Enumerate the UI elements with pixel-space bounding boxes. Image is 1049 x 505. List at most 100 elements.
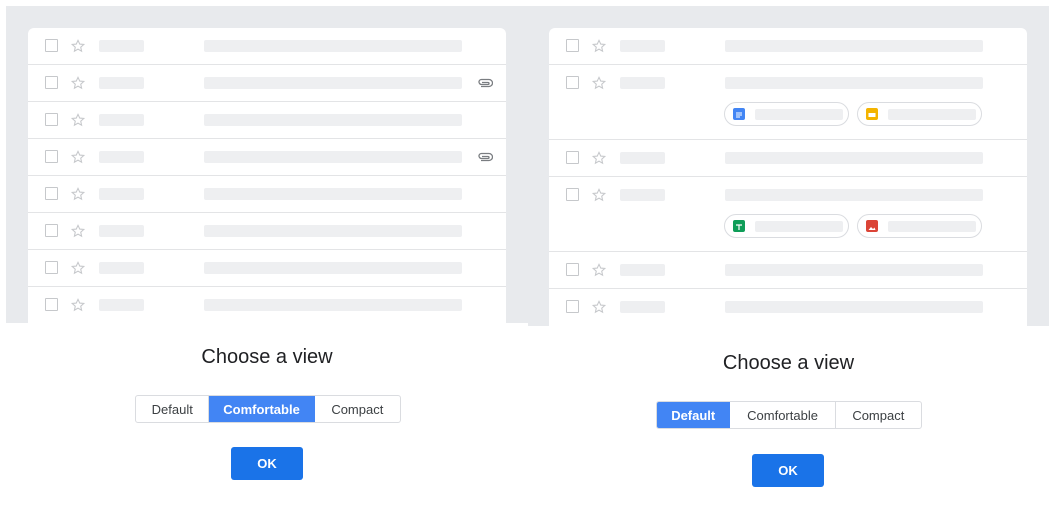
ok-button[interactable]: OK bbox=[231, 447, 303, 480]
checkbox-icon bbox=[45, 187, 58, 200]
view-options: Default Comfortable Compact bbox=[656, 401, 922, 429]
option-compact[interactable]: Compact bbox=[836, 402, 921, 428]
subject-placeholder bbox=[204, 299, 462, 311]
dialog-title: Choose a view bbox=[722, 352, 855, 374]
list-item bbox=[549, 289, 1027, 326]
list-item bbox=[28, 139, 506, 176]
subject-placeholder bbox=[204, 77, 462, 89]
list-item bbox=[549, 140, 1027, 177]
checkbox-icon bbox=[566, 188, 579, 201]
star-icon bbox=[591, 300, 607, 314]
checkbox-icon bbox=[45, 150, 58, 163]
checkbox-icon bbox=[566, 151, 579, 164]
sender-placeholder bbox=[620, 264, 665, 276]
star-icon bbox=[70, 76, 86, 90]
list-item bbox=[28, 65, 506, 102]
star-icon bbox=[591, 39, 607, 53]
sender-placeholder bbox=[99, 188, 144, 200]
option-comfortable[interactable]: Comfortable bbox=[730, 402, 836, 428]
checkbox-icon bbox=[45, 224, 58, 237]
inbox-preview bbox=[6, 6, 528, 323]
star-icon bbox=[591, 263, 607, 277]
subject-placeholder bbox=[725, 40, 983, 52]
view-options: Default Comfortable Compact bbox=[135, 395, 401, 423]
sender-placeholder bbox=[99, 40, 144, 52]
sheets-icon bbox=[733, 220, 745, 232]
sender-placeholder bbox=[620, 301, 665, 313]
attachment-name-placeholder bbox=[755, 109, 843, 120]
email-list bbox=[549, 28, 1027, 326]
dialog-title: Choose a view bbox=[201, 346, 333, 368]
attachment-name-placeholder bbox=[888, 109, 976, 120]
checkbox-icon bbox=[45, 261, 58, 274]
checkbox-icon bbox=[45, 76, 58, 89]
checkbox-icon bbox=[566, 39, 579, 52]
subject-placeholder bbox=[725, 189, 983, 201]
sender-placeholder bbox=[99, 299, 144, 311]
attachment-name-placeholder bbox=[888, 221, 976, 232]
checkbox-icon bbox=[45, 298, 58, 311]
checkbox-icon bbox=[566, 300, 579, 313]
option-comfortable[interactable]: Comfortable bbox=[209, 396, 315, 422]
option-compact[interactable]: Compact bbox=[315, 396, 400, 422]
paperclip-icon bbox=[478, 152, 493, 162]
list-item bbox=[28, 28, 506, 65]
star-icon bbox=[70, 39, 86, 53]
subject-placeholder bbox=[204, 262, 462, 274]
sender-placeholder bbox=[620, 189, 665, 201]
subject-placeholder bbox=[204, 225, 462, 237]
attachment-chip[interactable] bbox=[724, 214, 849, 238]
star-icon bbox=[70, 224, 86, 238]
subject-placeholder bbox=[725, 77, 983, 89]
attachment-chip[interactable] bbox=[724, 102, 849, 126]
star-icon bbox=[70, 261, 86, 275]
star-icon bbox=[591, 188, 607, 202]
checkbox-icon bbox=[45, 39, 58, 52]
list-item bbox=[28, 250, 506, 287]
option-default[interactable]: Default bbox=[136, 396, 210, 422]
star-icon bbox=[70, 113, 86, 127]
subject-placeholder bbox=[204, 40, 462, 52]
view-chooser-default: Choose a view Default Comfortable Compac… bbox=[528, 6, 1049, 505]
attachment-chip[interactable] bbox=[857, 102, 982, 126]
sender-placeholder bbox=[620, 152, 665, 164]
list-item bbox=[28, 213, 506, 250]
sender-placeholder bbox=[620, 77, 665, 89]
list-item bbox=[28, 102, 506, 139]
list-item bbox=[549, 177, 1027, 252]
sender-placeholder bbox=[99, 262, 144, 274]
star-icon bbox=[591, 151, 607, 165]
list-item bbox=[549, 28, 1027, 65]
sender-placeholder bbox=[99, 225, 144, 237]
list-item bbox=[549, 65, 1027, 140]
list-item bbox=[549, 252, 1027, 289]
sender-placeholder bbox=[99, 114, 144, 126]
sender-placeholder bbox=[99, 77, 144, 89]
subject-placeholder bbox=[725, 301, 983, 313]
paperclip-icon bbox=[478, 78, 493, 88]
sender-placeholder bbox=[620, 40, 665, 52]
option-default[interactable]: Default bbox=[657, 402, 731, 428]
list-item bbox=[28, 176, 506, 213]
star-icon bbox=[70, 187, 86, 201]
star-icon bbox=[591, 76, 607, 90]
attachment-name-placeholder bbox=[755, 221, 843, 232]
attachment-chip[interactable] bbox=[857, 214, 982, 238]
image-icon bbox=[866, 220, 878, 232]
star-icon bbox=[70, 150, 86, 164]
checkbox-icon bbox=[566, 76, 579, 89]
star-icon bbox=[70, 298, 86, 312]
ok-button[interactable]: OK bbox=[752, 454, 824, 487]
list-item bbox=[28, 287, 506, 323]
slides-icon bbox=[866, 108, 878, 120]
subject-placeholder bbox=[204, 188, 462, 200]
view-chooser-comfortable: Choose a view Default Comfortable Compac… bbox=[6, 6, 528, 505]
subject-placeholder bbox=[725, 264, 983, 276]
subject-placeholder bbox=[725, 152, 983, 164]
subject-placeholder bbox=[204, 114, 462, 126]
checkbox-icon bbox=[566, 263, 579, 276]
docs-icon bbox=[733, 108, 745, 120]
sender-placeholder bbox=[99, 151, 144, 163]
inbox-preview bbox=[528, 6, 1049, 326]
email-list bbox=[28, 28, 506, 323]
